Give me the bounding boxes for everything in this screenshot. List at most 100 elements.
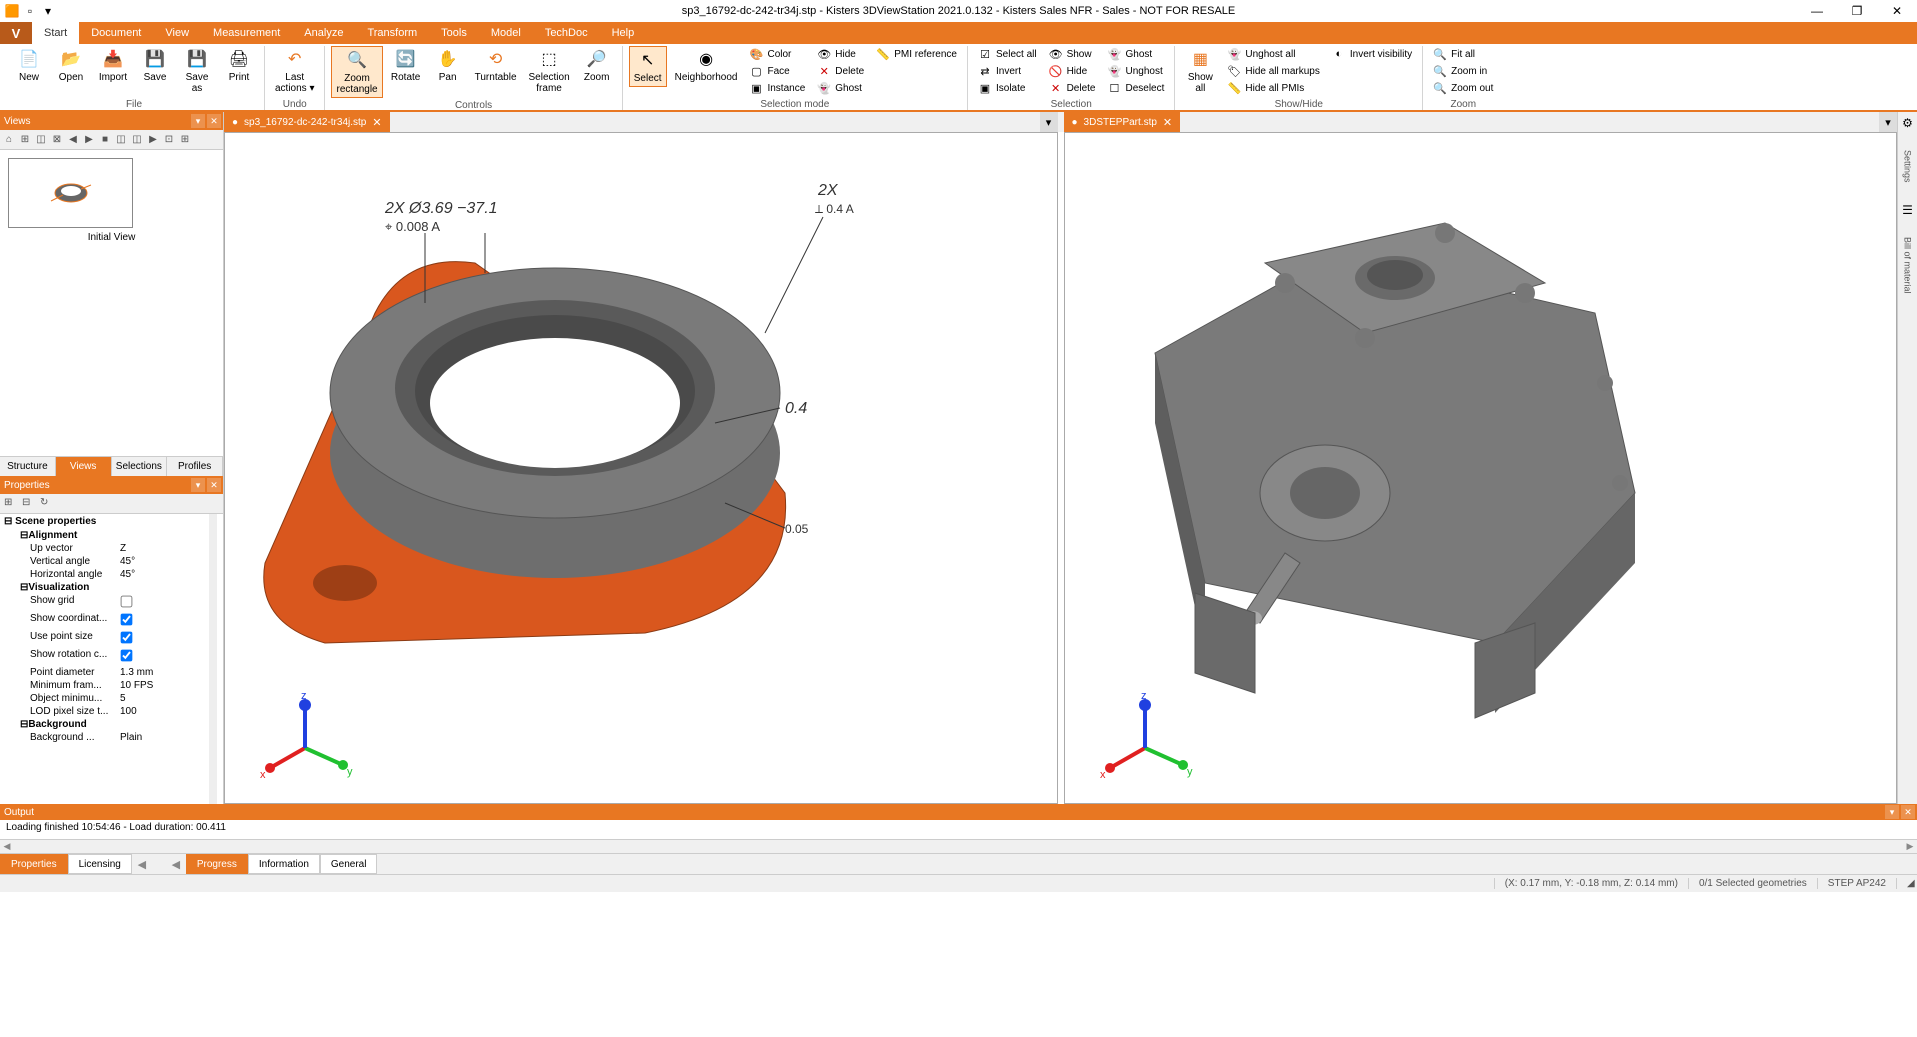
sel-selectall[interactable]: ☑Select all — [974, 46, 1041, 62]
tab-help[interactable]: Help — [600, 22, 647, 44]
prop-lod[interactable]: LOD pixel size t...100 — [0, 705, 223, 718]
select-button[interactable]: ↖Select — [629, 46, 667, 87]
zoom-rect-button[interactable]: 🔍Zoom rectangle — [331, 46, 382, 98]
sh-hidemarkups[interactable]: 🏷Hide all markups — [1223, 63, 1323, 79]
output-scrollbar[interactable]: ◀▶ — [0, 840, 1917, 854]
doc-dropdown-2[interactable]: ▾ — [1879, 112, 1897, 132]
close-icon[interactable]: ✕ — [372, 116, 381, 129]
tab-measurement[interactable]: Measurement — [201, 22, 292, 44]
doc-tab-1[interactable]: ●sp3_16792-dc-242-tr34j.stp✕ — [224, 112, 390, 132]
showrot-checkbox[interactable] — [121, 650, 133, 662]
restore-button[interactable]: ❐ — [1837, 0, 1877, 22]
tab-view[interactable]: View — [153, 22, 201, 44]
zoom-button[interactable]: 🔎Zoom — [578, 46, 616, 85]
sel-invert[interactable]: ⇄Invert — [974, 63, 1041, 79]
prop-upvector[interactable]: Up vectorZ — [0, 542, 223, 555]
vt-i3[interactable]: ◀ — [66, 133, 80, 147]
vt-home-icon[interactable]: ⌂ — [2, 133, 16, 147]
sh-hidepmis[interactable]: 📏Hide all PMIs — [1223, 80, 1323, 96]
tab-tools[interactable]: Tools — [429, 22, 479, 44]
selmode-color[interactable]: 🎨Color — [745, 46, 809, 62]
sel-ghost[interactable]: 👻Ghost — [1103, 46, 1168, 62]
prop-objmin[interactable]: Object minimu...5 — [0, 692, 223, 705]
doc-dropdown-1[interactable]: ▾ — [1040, 112, 1058, 132]
prop-pointdiam[interactable]: Point diameter1.3 mm — [0, 666, 223, 679]
tab-document[interactable]: Document — [79, 22, 153, 44]
sel-show[interactable]: 👁Show — [1045, 46, 1100, 62]
selection-frame-button[interactable]: ⬚Selection frame — [525, 46, 574, 96]
selmode-instance[interactable]: ▣Instance — [745, 80, 809, 96]
otab-information[interactable]: Information — [248, 854, 320, 874]
zoom-in[interactable]: 🔍Zoom in — [1429, 63, 1497, 79]
tab-analyze[interactable]: Analyze — [292, 22, 355, 44]
close-button[interactable]: ✕ — [1877, 0, 1917, 22]
vt-i1[interactable]: ◫ — [34, 133, 48, 147]
rail-gear-icon[interactable]: ⚙ — [1902, 116, 1913, 130]
turntable-button[interactable]: ⟲Turntable — [471, 46, 521, 85]
new-button[interactable]: 📄New — [10, 46, 48, 85]
usepoint-checkbox[interactable] — [121, 632, 133, 644]
pt-expand-icon[interactable]: ⊞ — [4, 497, 18, 511]
rail-settings[interactable]: Settings — [1903, 150, 1913, 183]
undo-button[interactable]: ↶Last actions ▾ — [271, 46, 318, 96]
selmode-pmi[interactable]: 📏PMI reference — [872, 46, 961, 62]
showall-button[interactable]: ▦Show all — [1181, 46, 1219, 96]
tab-model[interactable]: Model — [479, 22, 533, 44]
prop-vertang[interactable]: Vertical angle45° — [0, 555, 223, 568]
import-button[interactable]: 📥Import — [94, 46, 132, 85]
sel-deselect[interactable]: ☐Deselect — [1103, 80, 1168, 96]
props-pin-icon[interactable]: ▾ — [191, 478, 205, 492]
tab-transform[interactable]: Transform — [355, 22, 429, 44]
selmode-hide[interactable]: 👁Hide — [813, 46, 868, 62]
rail-list-icon[interactable]: ☰ — [1902, 203, 1913, 217]
app-menu-button[interactable]: V — [0, 22, 32, 44]
vt-plus-icon[interactable]: ⊞ — [18, 133, 32, 147]
close-icon[interactable]: ✕ — [1163, 116, 1172, 129]
showcoord-checkbox[interactable] — [121, 614, 133, 626]
sel-unghost[interactable]: 👻Unghost — [1103, 63, 1168, 79]
prop-minfram[interactable]: Minimum fram...10 FPS — [0, 679, 223, 692]
vt-i9[interactable]: ⊡ — [162, 133, 176, 147]
btab-properties[interactable]: Properties — [0, 854, 68, 874]
otab-general[interactable]: General — [320, 854, 378, 874]
selmode-face[interactable]: ▢Face — [745, 63, 809, 79]
showgrid-checkbox[interactable] — [121, 596, 133, 608]
otab-progress[interactable]: Progress — [186, 854, 248, 874]
vt-i4[interactable]: ▶ — [82, 133, 96, 147]
pt-collapse-icon[interactable]: ⊟ — [22, 497, 36, 511]
tab-techdoc[interactable]: TechDoc — [533, 22, 600, 44]
btab-licensing[interactable]: Licensing — [68, 854, 132, 874]
rotate-button[interactable]: 🔄Rotate — [387, 46, 425, 85]
view-thumbnail[interactable] — [8, 158, 133, 228]
zoom-out[interactable]: 🔍Zoom out — [1429, 80, 1497, 96]
print-button[interactable]: 🖨Print — [220, 46, 258, 85]
props-close-icon[interactable]: ✕ — [207, 478, 221, 492]
selmode-delete[interactable]: ✕Delete — [813, 63, 868, 79]
ptab-structure[interactable]: Structure — [0, 457, 56, 476]
file-icon[interactable]: ▫ — [22, 3, 38, 19]
selmode-ghost[interactable]: 👻Ghost — [813, 80, 868, 96]
props-scrollbar[interactable] — [209, 514, 217, 804]
pan-button[interactable]: ✋Pan — [429, 46, 467, 85]
save-button[interactable]: 💾Save — [136, 46, 174, 85]
panel-pin-icon[interactable]: ▾ — [191, 114, 205, 128]
ptab-views[interactable]: Views — [56, 457, 112, 476]
vt-i2[interactable]: ⊠ — [50, 133, 64, 147]
minimize-button[interactable]: — — [1797, 0, 1837, 22]
viewport-1[interactable]: 2X Ø3.69 −37.1 ⌖ 0.008 A 2X ⟂ 0.4 A 0.4 … — [224, 132, 1058, 804]
prop-showrot[interactable]: Show rotation c... — [0, 648, 223, 666]
output-close-icon[interactable]: ✕ — [1901, 805, 1915, 819]
viewport-2[interactable]: x y z — [1064, 132, 1898, 804]
neighborhood-button[interactable]: ◉Neighborhood — [671, 46, 742, 85]
btab-arrow-left[interactable]: ◀ — [132, 854, 152, 874]
tab-start[interactable]: Start — [32, 22, 79, 44]
zoom-fitall[interactable]: 🔍Fit all — [1429, 46, 1497, 62]
doc-tab-2[interactable]: ●3DSTEPPart.stp✕ — [1064, 112, 1181, 132]
vt-i10[interactable]: ⊞ — [178, 133, 192, 147]
sel-isolate[interactable]: ▣Isolate — [974, 80, 1041, 96]
vt-i6[interactable]: ◫ — [114, 133, 128, 147]
saveas-button[interactable]: 💾Save as — [178, 46, 216, 96]
sh-unghostall[interactable]: 👻Unghost all — [1223, 46, 1323, 62]
prop-usepoint[interactable]: Use point size — [0, 630, 223, 648]
pt-refresh-icon[interactable]: ↻ — [40, 497, 54, 511]
